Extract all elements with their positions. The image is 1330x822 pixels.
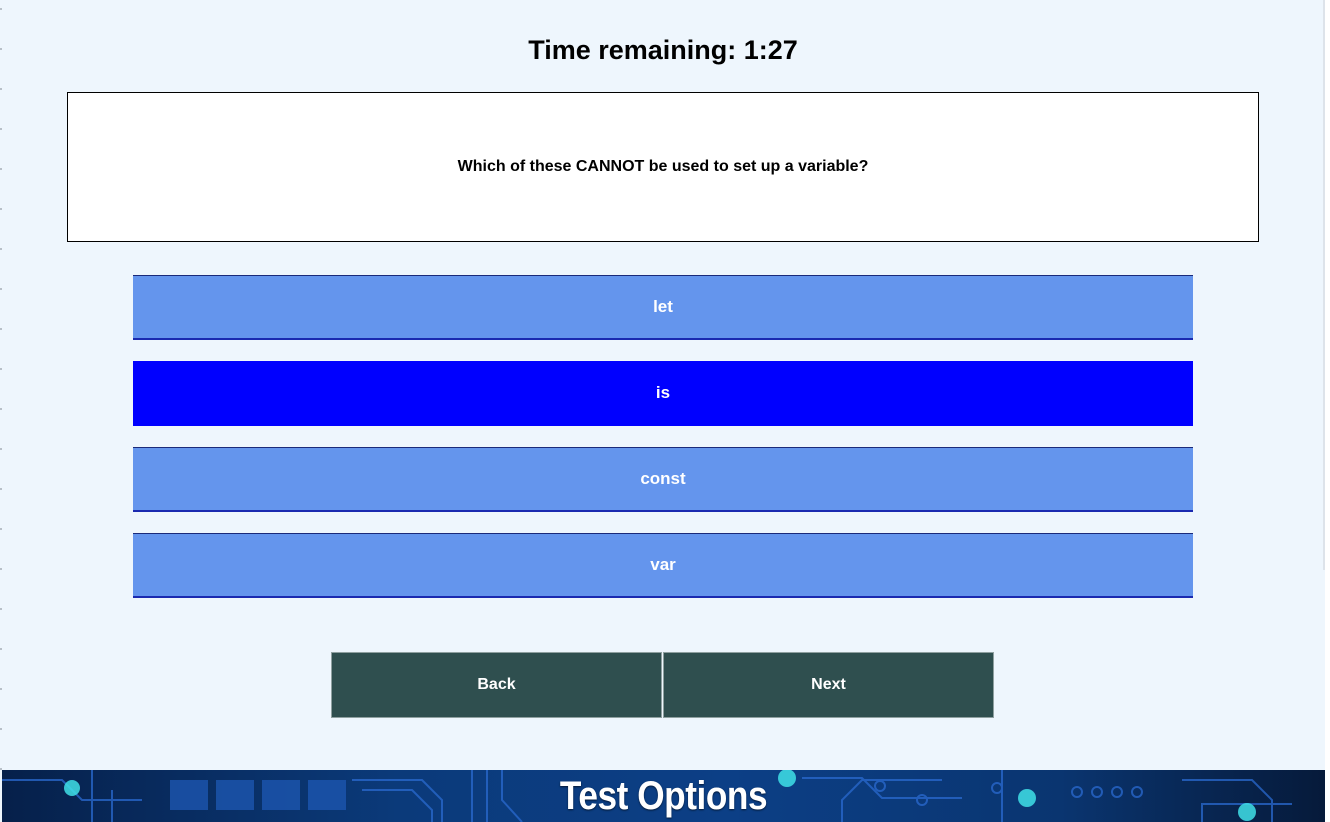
left-border xyxy=(0,0,2,770)
back-button[interactable]: Back xyxy=(331,652,662,718)
answer-option-label: is xyxy=(655,383,671,402)
answer-option-var[interactable]: var xyxy=(133,533,1193,598)
answer-option-let[interactable]: let xyxy=(133,275,1193,340)
back-button-label: Back xyxy=(477,676,516,693)
next-button-label: Next xyxy=(811,676,846,693)
answer-option-is[interactable]: is xyxy=(133,361,1193,426)
answer-option-label: const xyxy=(640,469,686,488)
right-edge-strip xyxy=(1325,0,1330,822)
answer-option-const[interactable]: const xyxy=(133,447,1193,512)
timer-label: Time remaining: 1:27 xyxy=(528,35,798,65)
answer-option-label: let xyxy=(653,297,673,316)
footer-banner: Test Options xyxy=(2,770,1325,822)
next-button[interactable]: Next xyxy=(663,652,994,718)
question-box: Which of these CANNOT be used to set up … xyxy=(67,92,1259,242)
answer-option-label: var xyxy=(650,555,676,574)
question-text: Which of these CANNOT be used to set up … xyxy=(457,158,869,175)
footer-title: Test Options xyxy=(559,774,768,818)
